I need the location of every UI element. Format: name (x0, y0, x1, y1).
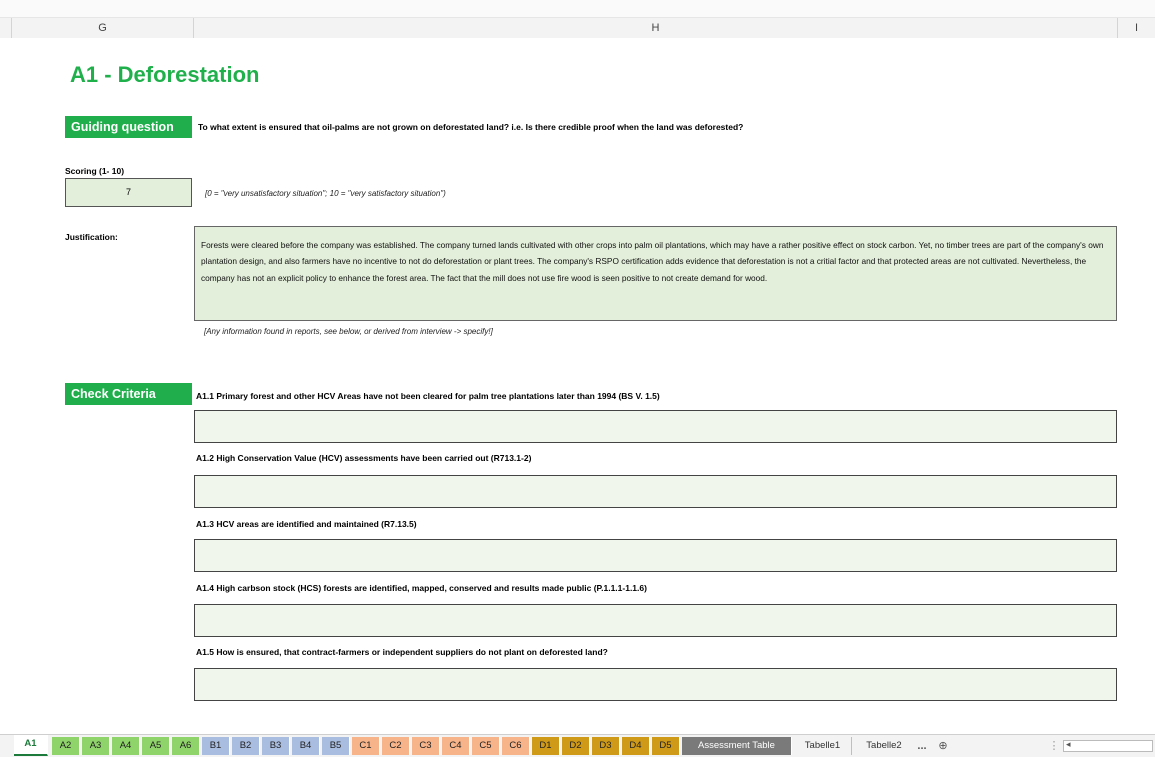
plus-circle-icon[interactable]: ⊕ (934, 737, 952, 755)
tab-b3[interactable]: B3 (262, 737, 290, 755)
tab-a1[interactable]: A1 (14, 735, 48, 756)
tab-c6[interactable]: C6 (502, 737, 530, 755)
tab-d4[interactable]: D4 (622, 737, 650, 755)
tab-d5[interactable]: D5 (652, 737, 680, 755)
criterion-a1-2-answer-cell[interactable] (194, 475, 1117, 508)
sheet-tab-bar: A1 A2 A3 A4 A5 A6 B1 B2 B3 B4 B5 C1 C2 C… (0, 734, 1155, 757)
justification-label: Justification: (65, 232, 118, 242)
column-header-i[interactable]: I (1118, 18, 1155, 38)
justification-note: [Any information found in reports, see b… (204, 327, 493, 336)
tab-tabelle2[interactable]: Tabelle2 (856, 737, 912, 755)
row-header-corner[interactable] (0, 18, 12, 38)
tab-a5[interactable]: A5 (142, 737, 170, 755)
splitter-dots-icon[interactable]: ⋮ (1048, 737, 1060, 755)
tab-d3[interactable]: D3 (592, 737, 620, 755)
tab-d1[interactable]: D1 (532, 737, 560, 755)
scoring-scale-note: [0 = "very unsatisfactory situation"; 10… (205, 189, 446, 198)
criterion-a1-3-answer-cell[interactable] (194, 539, 1117, 572)
check-criteria-label: Check Criteria (65, 383, 192, 405)
criterion-a1-4-answer-cell[interactable] (194, 604, 1117, 637)
score-cell[interactable]: 7 (65, 178, 192, 207)
tab-a4[interactable]: A4 (112, 737, 140, 755)
tab-d2[interactable]: D2 (562, 737, 590, 755)
tab-a6[interactable]: A6 (172, 737, 200, 755)
tab-b5[interactable]: B5 (322, 737, 350, 755)
criterion-a1-3: A1.3 HCV areas are identified and mainta… (196, 519, 417, 529)
criterion-a1-4: A1.4 High carbson stock (HCS) forests ar… (196, 583, 647, 593)
column-header-row: G H I (0, 17, 1155, 39)
scroll-left-icon[interactable]: ◂ (1066, 739, 1071, 750)
tab-b2[interactable]: B2 (232, 737, 260, 755)
tab-tabelle1[interactable]: Tabelle1 (794, 737, 852, 755)
justification-cell[interactable]: Forests were cleared before the company … (194, 226, 1117, 321)
criterion-a1-5: A1.5 How is ensured, that contract-farme… (196, 647, 608, 657)
ribbon-edge (0, 0, 1155, 17)
tab-b1[interactable]: B1 (202, 737, 230, 755)
criterion-a1-1: A1.1 Primary forest and other HCV Areas … (196, 391, 660, 401)
guiding-question-label: Guiding question (65, 116, 192, 138)
tab-a2[interactable]: A2 (52, 737, 80, 755)
horizontal-scrollbar[interactable]: ◂ (1063, 739, 1153, 752)
tab-c2[interactable]: C2 (382, 737, 410, 755)
column-header-g[interactable]: G (12, 18, 194, 38)
criterion-a1-5-answer-cell[interactable] (194, 668, 1117, 701)
tab-b4[interactable]: B4 (292, 737, 320, 755)
tab-c3[interactable]: C3 (412, 737, 440, 755)
criterion-a1-2: A1.2 High Conservation Value (HCV) asses… (196, 453, 532, 463)
guiding-question-text: To what extent is ensured that oil-palms… (198, 122, 744, 132)
scoring-label: Scoring (1- 10) (65, 166, 125, 176)
tab-a3[interactable]: A3 (82, 737, 110, 755)
tab-assessment-table[interactable]: Assessment Table (682, 737, 792, 755)
tab-c4[interactable]: C4 (442, 737, 470, 755)
criterion-a1-1-answer-cell[interactable] (194, 410, 1117, 443)
column-header-h[interactable]: H (194, 18, 1118, 38)
tab-overflow-more[interactable]: ... (912, 737, 932, 755)
page-title: A1 - Deforestation (70, 62, 260, 87)
tab-c5[interactable]: C5 (472, 737, 500, 755)
tab-c1[interactable]: C1 (352, 737, 380, 755)
